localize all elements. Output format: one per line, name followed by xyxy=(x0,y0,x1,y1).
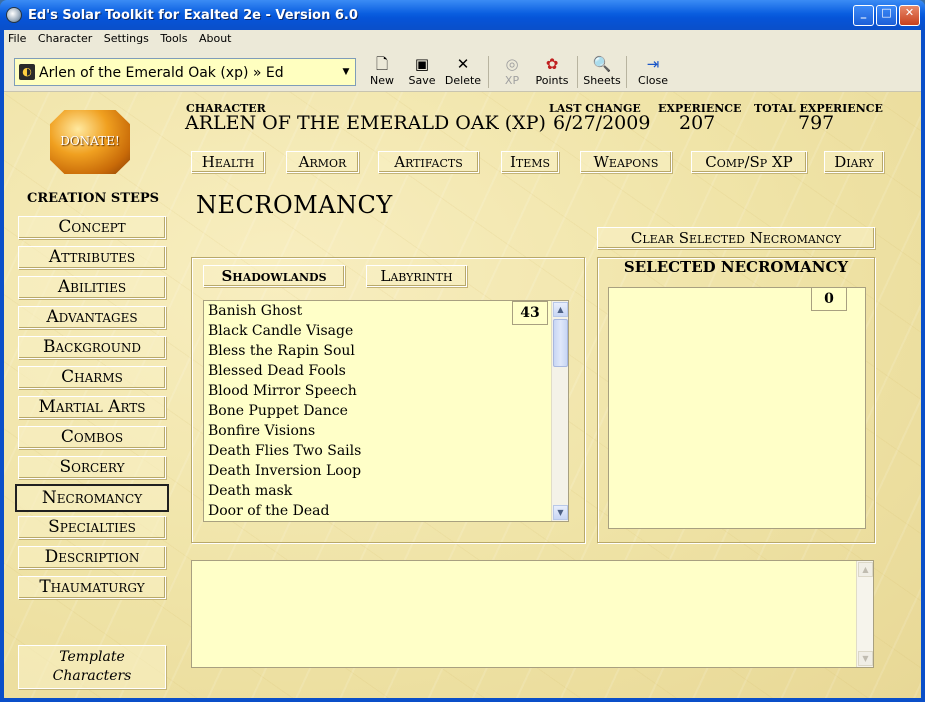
exit-door-icon: ⇥ xyxy=(646,55,660,73)
scroll-thumb[interactable] xyxy=(553,319,568,367)
new-button[interactable]: 🗋 New xyxy=(366,54,398,90)
points-icon: ✿ xyxy=(545,55,559,73)
step-description[interactable]: Description xyxy=(18,546,166,569)
tab-weapons[interactable]: Weapons xyxy=(580,151,672,173)
step-sorcery[interactable]: Sorcery xyxy=(18,456,166,479)
floppy-icon: ▣ xyxy=(414,55,430,73)
step-specialties[interactable]: Specialties xyxy=(18,516,166,539)
step-combos[interactable]: Combos xyxy=(18,426,166,449)
points-label: Points xyxy=(535,74,569,87)
donate-label: DONATE! xyxy=(60,134,120,148)
title-bar[interactable]: Ed's Solar Toolkit for Exalted 2e - Vers… xyxy=(0,0,925,30)
close-label: Close xyxy=(638,74,668,87)
selected-list[interactable] xyxy=(608,287,866,529)
menu-file[interactable]: File xyxy=(4,30,30,45)
donate-button[interactable]: DONATE! xyxy=(50,110,130,174)
scroll-down-icon[interactable]: ▼ xyxy=(553,505,568,520)
sheets-icon: 🔍 xyxy=(592,55,612,73)
step-background[interactable]: Background xyxy=(18,336,166,359)
sheets-label: Sheets xyxy=(583,74,621,87)
toolbar-separator xyxy=(577,56,578,88)
character-icon: ◐ xyxy=(19,64,35,80)
experience-value: 207 xyxy=(679,112,716,134)
toolbar-separator xyxy=(626,56,627,88)
step-martial-arts[interactable]: Martial Arts xyxy=(18,396,166,419)
sheets-button[interactable]: 🔍 Sheets xyxy=(583,54,621,90)
tab-armor[interactable]: Armor xyxy=(286,151,359,173)
template-line1: Template xyxy=(59,649,125,665)
menu-bar: File Character Settings Tools About xyxy=(4,30,921,48)
spell-list[interactable]: Banish Ghost Black Candle Visage Bless t… xyxy=(203,300,569,522)
tab-shadowlands[interactable]: Shadowlands xyxy=(203,265,345,287)
spell-list-scrollbar[interactable]: ▲ ▼ xyxy=(551,301,568,521)
toolbar-separator xyxy=(488,56,489,88)
scroll-up-icon[interactable]: ▲ xyxy=(858,562,873,577)
menu-character[interactable]: Character xyxy=(34,30,96,45)
description-textarea[interactable] xyxy=(191,560,874,668)
save-button[interactable]: ▣ Save xyxy=(404,54,440,90)
window-title: Ed's Solar Toolkit for Exalted 2e - Vers… xyxy=(28,8,358,23)
list-item[interactable]: Blessed Dead Fools xyxy=(204,361,568,381)
page-title: NECROMANCY xyxy=(196,191,393,219)
tab-health[interactable]: Health xyxy=(191,151,265,173)
delete-label: Delete xyxy=(444,74,482,87)
minimize-button[interactable]: _ xyxy=(853,5,874,26)
clear-selected-button[interactable]: Clear Selected Necromancy xyxy=(597,227,875,249)
xp-label: XP xyxy=(504,74,520,87)
list-item[interactable]: Death Inversion Loop xyxy=(204,461,568,481)
xp-orb-icon: ◎ xyxy=(505,55,519,73)
close-button[interactable]: ⇥ Close xyxy=(636,54,670,90)
creation-steps-title: CREATION STEPS xyxy=(26,191,160,206)
step-attributes[interactable]: Attributes xyxy=(18,246,166,269)
new-label: New xyxy=(370,74,394,87)
list-item[interactable]: Door of the Dead xyxy=(204,501,568,521)
save-label: Save xyxy=(408,74,436,87)
tab-diary[interactable]: Diary xyxy=(824,151,884,173)
scroll-up-icon[interactable]: ▲ xyxy=(553,302,568,317)
toolbar: ◐ Arlen of the Emerald Oak (xp) » Ed ▼ 🗋… xyxy=(4,50,921,92)
character-select-value: Arlen of the Emerald Oak (xp) » Ed xyxy=(39,65,284,81)
step-concept[interactable]: Concept xyxy=(18,216,166,239)
step-abilities[interactable]: Abilities xyxy=(18,276,166,299)
tab-artifacts[interactable]: Artifacts xyxy=(378,151,479,173)
total-experience-value: 797 xyxy=(798,112,835,134)
chevron-down-icon[interactable]: ▼ xyxy=(339,62,353,82)
list-item[interactable]: Bless the Rapin Soul xyxy=(204,341,568,361)
tab-comp-sp-xp[interactable]: Comp/Sp XP xyxy=(691,151,807,173)
tab-items[interactable]: Items xyxy=(501,151,559,173)
delete-button[interactable]: ✕ Delete xyxy=(443,54,483,90)
character-select[interactable]: ◐ Arlen of the Emerald Oak (xp) » Ed ▼ xyxy=(14,58,356,86)
list-item[interactable]: Death mask xyxy=(204,481,568,501)
step-advantages[interactable]: Advantages xyxy=(18,306,166,329)
template-line2: Characters xyxy=(52,668,132,684)
menu-about[interactable]: About xyxy=(195,30,236,45)
character-name: ARLEN OF THE EMERALD OAK (XP) xyxy=(185,112,546,134)
tab-labyrinth[interactable]: Labyrinth xyxy=(366,265,467,287)
available-count: 43 xyxy=(512,301,548,325)
template-characters-button[interactable]: Template Characters xyxy=(18,645,166,689)
last-change-value: 6/27/2009 xyxy=(553,112,651,134)
selected-title: SELECTED NECROMANCY xyxy=(623,258,849,276)
list-item[interactable]: Blood Mirror Speech xyxy=(204,381,568,401)
selected-count: 0 xyxy=(811,287,847,311)
step-charms[interactable]: Charms xyxy=(18,366,166,389)
list-item[interactable]: Bonfire Visions xyxy=(204,421,568,441)
close-window-button[interactable]: ✕ xyxy=(899,5,920,26)
document-icon: 🗋 xyxy=(375,55,389,73)
points-button[interactable]: ✿ Points xyxy=(534,54,570,90)
xp-button[interactable]: ◎ XP xyxy=(498,54,526,90)
maximize-button[interactable]: □ xyxy=(876,5,897,26)
list-item[interactable]: Bone Puppet Dance xyxy=(204,401,568,421)
menu-settings[interactable]: Settings xyxy=(100,30,153,45)
step-thaumaturgy[interactable]: Thaumaturgy xyxy=(18,576,166,599)
description-scrollbar[interactable]: ▲ ▼ xyxy=(856,561,873,667)
step-necromancy[interactable]: Necromancy xyxy=(15,484,169,512)
menu-tools[interactable]: Tools xyxy=(156,30,191,45)
app-icon xyxy=(6,7,22,23)
list-item[interactable]: Death Flies Two Sails xyxy=(204,441,568,461)
x-icon: ✕ xyxy=(456,55,470,73)
scroll-down-icon[interactable]: ▼ xyxy=(858,651,873,666)
